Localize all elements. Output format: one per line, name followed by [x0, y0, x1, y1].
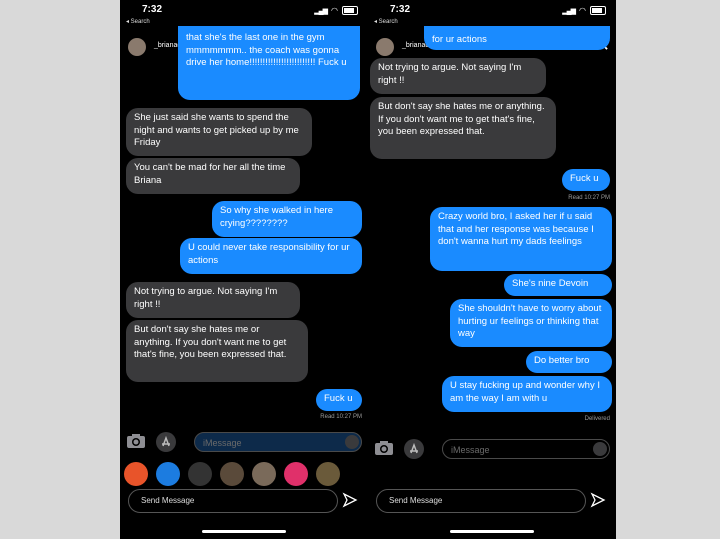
send-message-input[interactable]: Send Message [376, 489, 586, 513]
incoming-message: Not trying to argue. Not saying I'm righ… [370, 58, 546, 94]
incoming-message: She just said she wants to spend the nig… [126, 108, 312, 156]
status-icons: ▂▄▆ ◠ [562, 6, 606, 15]
outgoing-message: for ur actions [424, 26, 610, 50]
message-input-bar: iMessage [368, 437, 616, 463]
status-time: 7:32 [390, 4, 411, 15]
avatar[interactable] [128, 38, 146, 56]
camera-icon[interactable] [374, 440, 394, 456]
imessage-input[interactable]: iMessage [194, 432, 362, 452]
status-time: 7:32 [142, 4, 163, 15]
app-store-icon[interactable] [156, 432, 176, 452]
sticker-app-icon[interactable] [252, 462, 276, 486]
microphone-icon[interactable] [345, 435, 359, 449]
signal-icon: ▂▄▆ [314, 7, 328, 15]
outgoing-message: U stay fucking up and wonder why I am th… [442, 376, 612, 412]
microphone-icon[interactable] [593, 442, 607, 456]
camera-icon[interactable] [126, 433, 146, 449]
right-phone-screenshot: 7:32 ◂ Search ▂▄▆ ◠ _brianadurkin ✕ for … [368, 0, 616, 539]
memoji-app-icon[interactable] [188, 462, 212, 486]
outgoing-message: Do better bro [526, 351, 612, 373]
delivered-receipt: Delivered [584, 416, 610, 422]
home-indicator [202, 530, 286, 533]
app-store-app-icon[interactable] [156, 462, 180, 486]
incoming-message: But don't say she hates me or anything. … [370, 97, 556, 159]
wifi-icon: ◠ [331, 6, 338, 15]
back-to-search[interactable]: ◂ Search [126, 18, 150, 25]
status-bar: 7:32 ◂ Search ▂▄▆ ◠ [368, 4, 616, 25]
status-icons: ▂▄▆ ◠ [314, 6, 358, 15]
outgoing-message: She's nine Devoin [504, 274, 612, 296]
app-drawer [120, 462, 368, 486]
back-to-search[interactable]: ◂ Search [374, 18, 398, 25]
outgoing-message: Fuck u [562, 169, 610, 191]
left-phone-screenshot: 7:32 ◂ Search ▂▄▆ ◠ _brianadurkin ✕ that… [120, 0, 368, 539]
imessage-input[interactable]: iMessage [442, 439, 610, 459]
send-icon[interactable] [590, 492, 606, 508]
outgoing-message: Fuck u [316, 389, 362, 411]
status-bar: 7:32 ◂ Search ▂▄▆ ◠ [120, 4, 368, 25]
send-message-input[interactable]: Send Message [128, 489, 338, 513]
read-receipt: Read 10:27 PM [320, 414, 362, 420]
wifi-icon: ◠ [579, 6, 586, 15]
incoming-message: But don't say she hates me or anything. … [126, 320, 308, 382]
outgoing-message: Crazy world bro, I asked her if u said t… [430, 207, 612, 271]
signal-icon: ▂▄▆ [562, 7, 576, 15]
incoming-message: Not trying to argue. Not saying I'm righ… [126, 282, 300, 318]
incoming-message: You can't be mad for her all the time Br… [126, 158, 300, 194]
outgoing-message: So why she walked in here crying???????? [212, 201, 362, 237]
outgoing-message: She shouldn't have to worry about hurtin… [450, 299, 612, 347]
battery-icon [590, 6, 606, 15]
imessage-placeholder: iMessage [203, 438, 242, 448]
read-receipt: Read 10:27 PM [568, 195, 610, 201]
music-app-icon[interactable] [284, 462, 308, 486]
outgoing-message: that she's the last one in the gym mmmmm… [178, 26, 360, 100]
home-indicator [450, 530, 534, 533]
sticker-app-icon[interactable] [220, 462, 244, 486]
battery-icon [342, 6, 358, 15]
outgoing-message: U could never take responsibility for ur… [180, 238, 362, 274]
photos-app-icon[interactable] [124, 462, 148, 486]
avatar[interactable] [376, 38, 394, 56]
app-store-icon[interactable] [404, 439, 424, 459]
imessage-placeholder: iMessage [451, 445, 490, 455]
message-input-bar: iMessage [120, 430, 368, 456]
sticker-app-icon[interactable] [316, 462, 340, 486]
send-icon[interactable] [342, 492, 358, 508]
